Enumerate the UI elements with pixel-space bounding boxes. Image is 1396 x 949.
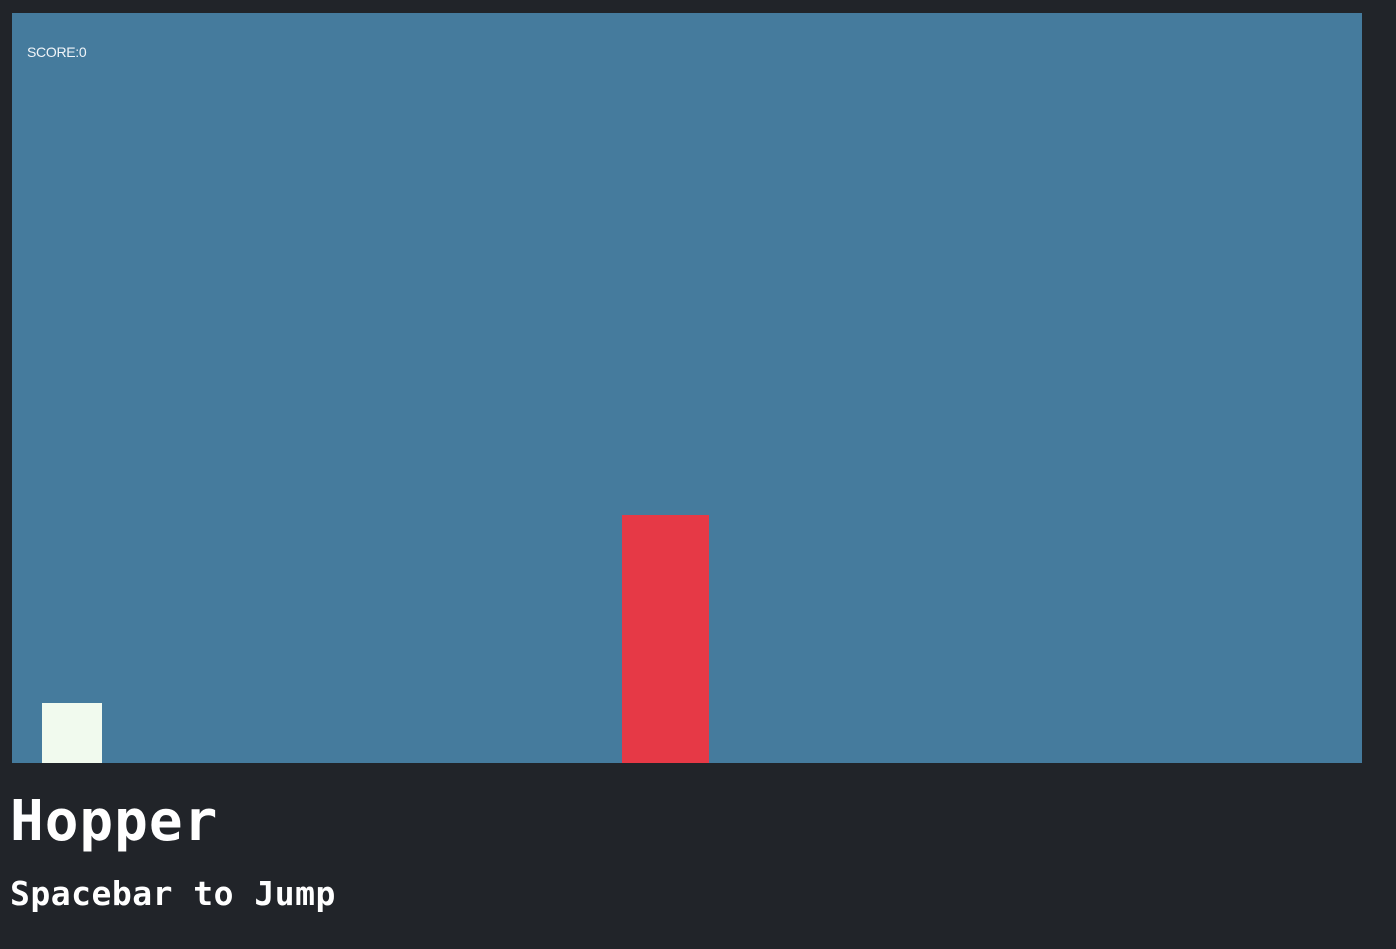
game-canvas[interactable]: SCORE:0 (12, 13, 1362, 763)
obstacle-pillar (622, 515, 709, 763)
page: SCORE:0 Hopper Spacebar to Jump (0, 0, 1396, 949)
instructions-text: Spacebar to Jump (10, 874, 336, 913)
player-block (42, 703, 102, 763)
game-title: Hopper (10, 789, 219, 854)
score-display: SCORE:0 (27, 44, 87, 60)
